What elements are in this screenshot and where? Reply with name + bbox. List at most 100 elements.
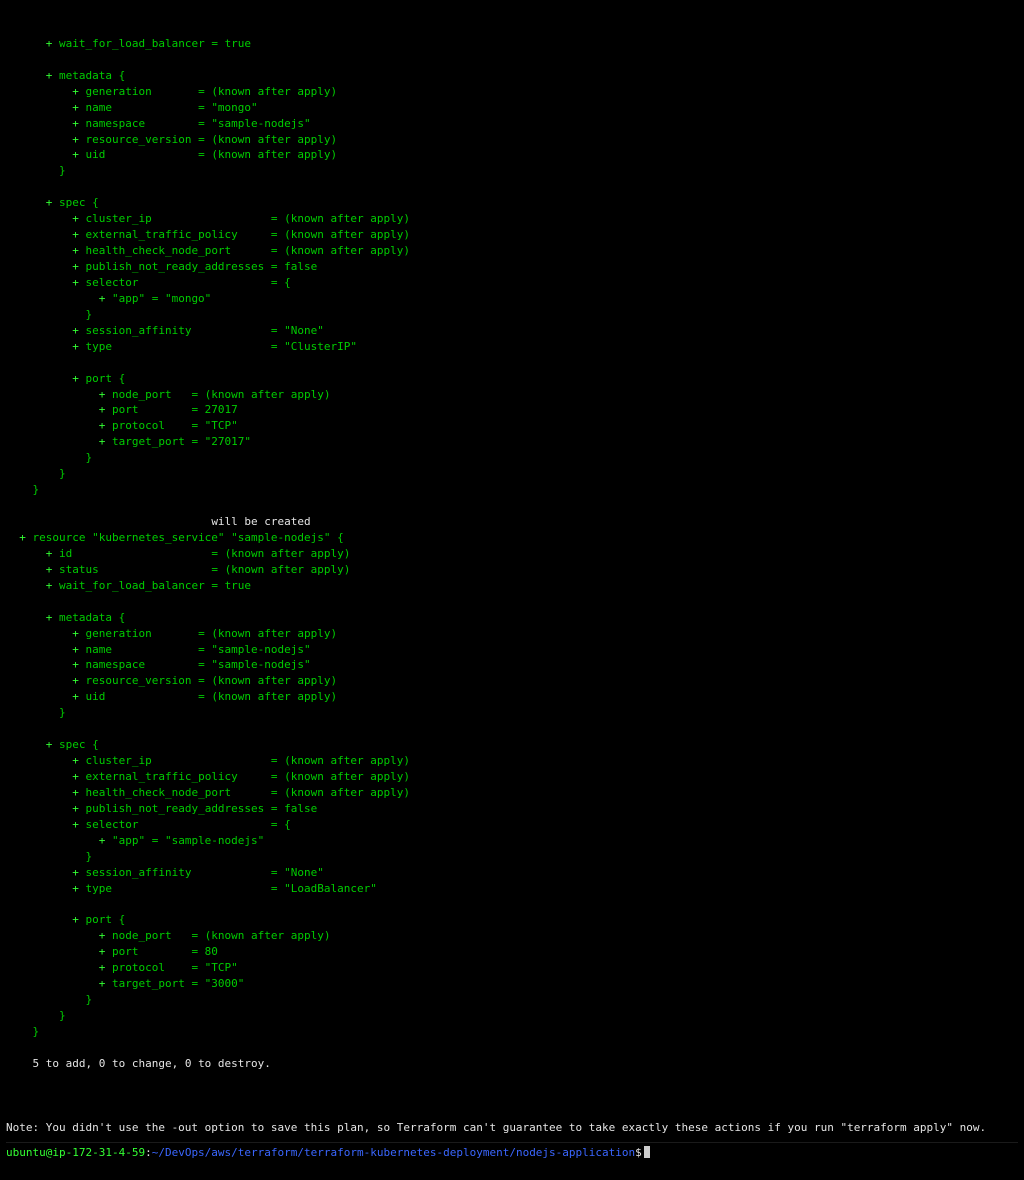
plus-icon: +	[72, 674, 79, 687]
plan-line: port {	[85, 913, 125, 926]
plan-line: publish_not_ready_addresses = false	[85, 260, 317, 273]
plan-line: name = "sample-nodejs"	[85, 643, 310, 656]
plus-icon: +	[72, 690, 79, 703]
plan-line: }	[85, 308, 92, 321]
plus-icon: +	[46, 563, 53, 576]
plan-line: }	[59, 467, 66, 480]
plan-line: resource_version = (known after apply)	[85, 674, 337, 687]
prompt-colon: :	[145, 1146, 152, 1159]
plan-line: health_check_node_port = (known after ap…	[85, 244, 410, 257]
prompt-user: ubuntu@ip-172-31-4-59	[6, 1146, 145, 1159]
plus-icon: +	[99, 435, 106, 448]
plan-line: status = (known after apply)	[59, 563, 350, 576]
plan-line: namespace = "sample-nodejs"	[85, 658, 310, 671]
plus-icon: +	[72, 802, 79, 815]
plan-line: spec {	[59, 738, 99, 751]
plus-icon: +	[46, 611, 53, 624]
plan-line: namespace = "sample-nodejs"	[85, 117, 310, 130]
plus-icon: +	[46, 37, 53, 50]
plan-line: target_port = "27017"	[112, 435, 251, 448]
plan-line: metadata {	[59, 611, 125, 624]
plan-line: port = 27017	[112, 403, 238, 416]
plus-icon: +	[72, 372, 79, 385]
plan-comment: will be created	[211, 515, 310, 528]
plan-line: session_affinity = "None"	[85, 324, 323, 337]
plan-line: resource "kubernetes_service" "sample-no…	[33, 531, 344, 544]
plan-line: }	[59, 164, 66, 177]
plan-line: }	[59, 706, 66, 719]
plus-icon: +	[72, 786, 79, 799]
plus-icon: +	[72, 85, 79, 98]
plan-line: node_port = (known after apply)	[112, 388, 331, 401]
plan-line: spec {	[59, 196, 99, 209]
plan-line: "app" = "sample-nodejs"	[112, 834, 264, 847]
plus-icon: +	[99, 419, 106, 432]
plan-line: }	[33, 1025, 40, 1038]
plan-line: wait_for_load_balancer = true	[59, 579, 251, 592]
plus-icon: +	[72, 627, 79, 640]
plus-icon: +	[99, 292, 106, 305]
plan-note: Note: You didn't use the -out option to …	[6, 1121, 986, 1134]
plus-icon: +	[46, 69, 53, 82]
plus-icon: +	[72, 866, 79, 879]
plus-icon: +	[72, 882, 79, 895]
plan-line: protocol = "TCP"	[112, 419, 238, 432]
plan-line: session_affinity = "None"	[85, 866, 323, 879]
plan-line: }	[59, 1009, 66, 1022]
plan-line: name = "mongo"	[85, 101, 257, 114]
plan-line: }	[85, 993, 92, 1006]
plus-icon: +	[72, 276, 79, 289]
plan-line: selector = {	[85, 276, 290, 289]
plus-icon: +	[72, 101, 79, 114]
prompt-dollar: $	[635, 1146, 642, 1159]
plan-line: port = 80	[112, 945, 218, 958]
plus-icon: +	[99, 929, 106, 942]
plan-line: uid = (known after apply)	[85, 690, 337, 703]
shell-prompt[interactable]: ubuntu@ip-172-31-4-59:~/DevOps/aws/terra…	[6, 1142, 1018, 1161]
plus-icon: +	[46, 547, 53, 560]
plus-icon: +	[72, 212, 79, 225]
plan-summary: 5 to add, 0 to change, 0 to destroy.	[33, 1057, 271, 1070]
cursor-icon	[644, 1146, 650, 1158]
plan-line: node_port = (known after apply)	[112, 929, 331, 942]
plus-icon: +	[72, 148, 79, 161]
plan-line: cluster_ip = (known after apply)	[85, 754, 410, 767]
plus-icon: +	[72, 818, 79, 831]
plus-icon: +	[46, 579, 53, 592]
plan-line: resource_version = (known after apply)	[85, 133, 337, 146]
plus-icon: +	[99, 834, 106, 847]
plus-icon: +	[72, 133, 79, 146]
plan-line: generation = (known after apply)	[85, 627, 337, 640]
plan-line: publish_not_ready_addresses = false	[85, 802, 317, 815]
plan-line: }	[85, 850, 92, 863]
plan-line: }	[85, 451, 92, 464]
plan-line: target_port = "3000"	[112, 977, 244, 990]
plus-icon: +	[72, 340, 79, 353]
plus-icon: +	[72, 658, 79, 671]
plan-line: health_check_node_port = (known after ap…	[85, 786, 410, 799]
plus-icon: +	[72, 643, 79, 656]
plus-icon: +	[99, 961, 106, 974]
plus-icon: +	[99, 977, 106, 990]
plan-line: metadata {	[59, 69, 125, 82]
terminal-output[interactable]: + wait_for_load_balancer = true + metada…	[0, 0, 1024, 1180]
plan-line: type = "ClusterIP"	[85, 340, 357, 353]
plan-line: wait_for_load_balancer = true	[59, 37, 251, 50]
plan-line: "app" = "mongo"	[112, 292, 211, 305]
plan-line: protocol = "TCP"	[112, 961, 238, 974]
plan-line: external_traffic_policy = (known after a…	[85, 770, 410, 783]
plus-icon: +	[72, 260, 79, 273]
plus-icon: +	[99, 388, 106, 401]
plan-line: id = (known after apply)	[59, 547, 350, 560]
plus-icon: +	[46, 196, 53, 209]
plan-line: port {	[85, 372, 125, 385]
plus-icon: +	[72, 324, 79, 337]
plan-line: generation = (known after apply)	[85, 85, 337, 98]
plan-line: type = "LoadBalancer"	[85, 882, 376, 895]
plus-icon: +	[72, 754, 79, 767]
plus-icon: +	[72, 913, 79, 926]
plan-line: cluster_ip = (known after apply)	[85, 212, 410, 225]
plus-icon: +	[72, 117, 79, 130]
prompt-path: ~/DevOps/aws/terraform/terraform-kuberne…	[152, 1146, 635, 1159]
plus-icon: +	[19, 531, 26, 544]
